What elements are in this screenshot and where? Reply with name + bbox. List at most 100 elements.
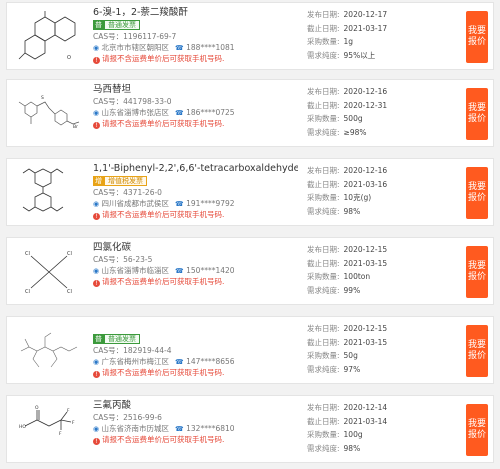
badge-tag: 普	[93, 20, 104, 30]
structure-image	[11, 321, 87, 381]
badge-text: 普通发票	[104, 20, 140, 30]
product-name[interactable]: 6-溴-1，2-萘二羧酸酐	[93, 6, 298, 19]
publish-date: 2020-12-15	[343, 245, 388, 254]
location-pin-icon: ◉	[93, 44, 100, 52]
cas-number: CAS号：1196117-69-7	[93, 32, 177, 41]
svg-text:Cl: Cl	[25, 289, 30, 295]
purchase-request-list: O 6-溴-1，2-萘二羧酸酐 普普通发票 CAS号：1196117-69-7 …	[0, 0, 500, 469]
request-details: 发布日期: 2020-12-16 截止日期: 2020-12-31 采购数量: 500…	[307, 87, 388, 137]
phone: 188****1081	[186, 43, 235, 52]
phone-icon: ☎	[175, 267, 184, 275]
badge-tag: 增	[93, 176, 104, 186]
publish-date: 2020-12-16	[343, 87, 388, 96]
purity: 95%以上	[343, 50, 376, 60]
purity: 98%	[343, 206, 361, 216]
invoice-badge: 普普通发票	[93, 334, 298, 345]
quote-button[interactable]: 我要报价	[466, 325, 488, 377]
deadline: 2021-03-14	[343, 416, 388, 426]
product-name[interactable]: 1,1'-Biphenyl-2,2',6,6'-tetracarboxaldeh…	[93, 162, 298, 175]
location-pin-icon: ◉	[93, 425, 100, 433]
svg-text:Cl: Cl	[67, 289, 72, 295]
request-details: 发布日期: 2020-12-16 截止日期: 2021-03-16 采购数量: 10克…	[307, 166, 388, 216]
purity: 99%	[343, 285, 361, 295]
publish-date: 2020-12-17	[343, 10, 388, 19]
phone-icon: ☎	[175, 358, 184, 366]
purchase-card[interactable]: O 6-溴-1，2-萘二羧酸酐 普普通发票 CAS号：1196117-69-7 …	[6, 2, 494, 70]
location-pin-icon: ◉	[93, 200, 100, 208]
phone: 132****6810	[186, 424, 235, 433]
publish-date: 2020-12-16	[343, 166, 388, 175]
svg-text:O: O	[67, 55, 71, 61]
badge-text: 普通发票	[104, 334, 140, 344]
warning-notice: ! 请报不含运费单价后可获取手机号码.	[93, 209, 298, 220]
location: 四川省成都市武侯区	[101, 199, 170, 208]
quantity: 100g	[343, 430, 363, 439]
purchase-card[interactable]: S Br 马西替坦 CAS号：441798-33-0 ◉ 山东省淄博市张店区 ☎ …	[6, 79, 494, 147]
structure-image: Cl Cl Cl Cl	[11, 242, 87, 302]
quantity: 10克(g)	[343, 193, 372, 202]
product-name[interactable]: 马西替坦	[93, 83, 298, 96]
deadline: 2021-03-15	[343, 258, 388, 268]
phone: 191****9792	[186, 199, 235, 208]
product-name[interactable]: 四氯化碳	[93, 241, 298, 254]
location: 山东省淄博市张店区	[101, 108, 170, 117]
svg-text:HO: HO	[19, 424, 26, 430]
request-details: 发布日期: 2020-12-15 截止日期: 2021-03-15 采购数量: 50g…	[307, 324, 388, 374]
svg-text:O: O	[35, 405, 39, 411]
svg-text:F: F	[72, 420, 75, 426]
deadline: 2021-03-17	[343, 23, 388, 33]
request-details: 发布日期: 2020-12-17 截止日期: 2021-03-17 采购数量: 1g …	[307, 10, 388, 60]
purchase-card[interactable]: O HO FFF 三氟丙酸 CAS号：2516-99-6 ◉ 山东省济南市历城区 ☎…	[6, 395, 494, 463]
cas-number: CAS号：56-23-5	[93, 255, 153, 264]
structure-image: S Br	[11, 84, 87, 144]
structure-image: O	[11, 7, 87, 67]
location-pin-icon: ◉	[93, 267, 100, 275]
phone: 186****0725	[186, 108, 235, 117]
svg-text:F: F	[67, 408, 70, 414]
quote-button[interactable]: 我要报价	[466, 167, 488, 219]
location: 山东省济南市历城区	[101, 424, 170, 433]
purchase-card[interactable]: Cl Cl Cl Cl 四氯化碳 CAS号：56-23-5 ◉ 山东省淄博市临淄区 ☎…	[6, 237, 494, 305]
structure-image: OHO FFF	[11, 400, 87, 460]
quantity: 1g	[343, 37, 354, 46]
location-pin-icon: ◉	[93, 358, 100, 366]
request-details: 发布日期: 2020-12-14 截止日期: 2021-03-14 采购数量: 100…	[307, 403, 388, 453]
purity: ≥98%	[343, 127, 367, 137]
phone-icon: ☎	[175, 109, 184, 117]
location: 广东省梅州市梅江区	[101, 357, 170, 366]
alert-icon: !	[93, 57, 100, 64]
badge-tag: 普	[93, 334, 104, 344]
quote-button[interactable]: 我要报价	[466, 11, 488, 63]
deadline: 2021-03-15	[343, 337, 388, 347]
svg-text:Cl: Cl	[67, 251, 72, 257]
svg-text:Cl: Cl	[25, 251, 30, 257]
alert-icon: !	[93, 438, 100, 445]
quote-button[interactable]: 我要报价	[466, 246, 488, 298]
warning-notice: ! 请报不含运费单价后可获取手机号码.	[93, 276, 298, 287]
product-name[interactable]	[93, 320, 298, 333]
product-name[interactable]: 三氟丙酸	[93, 399, 298, 412]
deadline: 2020-12-31	[343, 100, 388, 110]
warning-notice: ! 请报不含运费单价后可获取手机号码.	[93, 53, 298, 64]
warning-notice: ! 请报不含运费单价后可获取手机号码.	[93, 118, 298, 129]
purchase-card[interactable]: 普普通发票 CAS号：182919-44-4 ◉ 广东省梅州市梅江区 ☎ 147*…	[6, 316, 494, 384]
location: 山东省淄博市临淄区	[101, 266, 170, 275]
cas-number: CAS号：2516-99-6	[93, 413, 162, 422]
quantity: 500g	[343, 114, 363, 123]
quantity: 50g	[343, 351, 358, 360]
structure-image	[11, 163, 87, 223]
cas-number: CAS号：182919-44-4	[93, 346, 172, 355]
publish-date: 2020-12-15	[343, 324, 388, 333]
purchase-card[interactable]: 1,1'-Biphenyl-2,2',6,6'-tetracarboxaldeh…	[6, 158, 494, 226]
cas-number: CAS号：441798-33-0	[93, 97, 172, 106]
alert-icon: !	[93, 122, 100, 129]
quote-button[interactable]: 我要报价	[466, 404, 488, 456]
quote-button[interactable]: 我要报价	[466, 88, 488, 140]
location: 北京市市辖区朝阳区	[101, 43, 170, 52]
purity: 97%	[343, 364, 361, 374]
alert-icon: !	[93, 371, 100, 378]
phone-icon: ☎	[175, 200, 184, 208]
svg-text:Br: Br	[73, 124, 78, 130]
deadline: 2021-03-16	[343, 179, 388, 189]
warning-notice: ! 请报不含运费单价后可获取手机号码.	[93, 367, 298, 378]
